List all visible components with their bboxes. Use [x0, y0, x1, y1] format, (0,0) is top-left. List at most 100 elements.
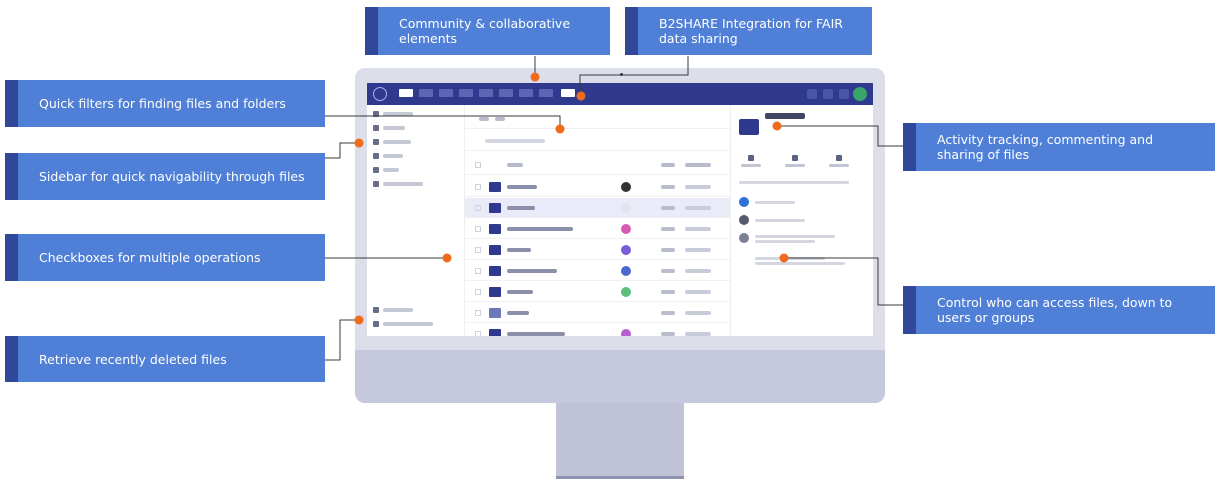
avatar-icon	[739, 233, 749, 243]
camera-icon	[620, 73, 623, 76]
home-icon[interactable]	[479, 117, 489, 121]
contacts-icon[interactable]	[839, 89, 849, 99]
row-checkbox[interactable]	[475, 226, 481, 232]
connector-dot-activity	[772, 121, 782, 131]
monitor-stand	[556, 403, 684, 478]
callout-community: Community & collaborative elements	[365, 7, 610, 55]
callout-sidebar-text: Sidebar for quick navigability through f…	[39, 169, 305, 184]
column-size[interactable]	[661, 163, 675, 167]
quick-filters	[465, 131, 730, 151]
nav-item-b2share[interactable]	[561, 89, 575, 97]
tag-icon	[373, 167, 379, 173]
row-checkbox[interactable]	[475, 184, 481, 190]
folder-icon	[489, 245, 501, 255]
callout-quick-filters-text: Quick filters for finding files and fold…	[39, 96, 286, 111]
nav-item[interactable]	[439, 89, 453, 97]
folder-icon	[489, 203, 501, 213]
file-list-header	[465, 155, 730, 175]
monitor-stand-foot	[556, 476, 684, 479]
callout-b2share: B2SHARE Integration for FAIR data sharin…	[625, 7, 872, 55]
folder-icon	[489, 329, 501, 336]
callout-access-control: Control who can access files, down to us…	[903, 286, 1215, 334]
folder-icon	[373, 111, 379, 117]
connector-dot-recently-deleted	[354, 315, 364, 325]
circles-icon	[373, 181, 379, 187]
folder-icon	[489, 287, 501, 297]
table-row[interactable]	[465, 303, 730, 323]
filter-chips[interactable]	[485, 139, 545, 143]
callout-recently-deleted-text: Retrieve recently deleted files	[39, 351, 227, 367]
callout-sidebar: Sidebar for quick navigability through f…	[5, 153, 325, 200]
clock-icon	[373, 125, 379, 131]
avatar-icon	[621, 245, 631, 255]
row-checkbox[interactable]	[475, 268, 481, 274]
table-row[interactable]	[465, 198, 730, 218]
connector-dot-community	[530, 72, 540, 82]
table-row[interactable]	[465, 240, 730, 260]
row-checkbox[interactable]	[475, 289, 481, 295]
table-row[interactable]	[465, 282, 730, 302]
connector-dot-b2share	[576, 91, 586, 101]
avatar-icon	[739, 215, 749, 225]
folder-icon	[739, 119, 759, 135]
table-row[interactable]	[465, 177, 730, 197]
avatar-icon	[621, 182, 631, 192]
folder-icon	[489, 224, 501, 234]
callout-checkboxes-text: Checkboxes for multiple operations	[39, 250, 261, 265]
column-name[interactable]	[507, 163, 523, 167]
monitor-screen	[367, 83, 873, 336]
nav-item[interactable]	[419, 89, 433, 97]
table-row[interactable]	[465, 324, 730, 336]
nav-item[interactable]	[519, 89, 533, 97]
callout-quick-filters: Quick filters for finding files and fold…	[5, 80, 325, 127]
avatar-icon	[621, 287, 631, 297]
nav-item[interactable]	[499, 89, 513, 97]
callout-access-control-text: Control who can access files, down to us…	[937, 295, 1173, 325]
connector-dot-sidebar	[354, 138, 364, 148]
select-all-checkbox[interactable]	[475, 162, 481, 168]
storage-icon	[373, 321, 379, 327]
file-list	[465, 105, 730, 336]
folder-icon	[489, 182, 501, 192]
trash-icon	[373, 307, 379, 313]
app-top-bar	[367, 83, 873, 105]
row-checkbox[interactable]	[475, 331, 481, 336]
connector-dot-checkboxes	[442, 253, 452, 263]
column-modified[interactable]	[685, 163, 711, 167]
connector-recently-deleted	[325, 319, 358, 361]
row-checkbox[interactable]	[475, 247, 481, 253]
tab-comments[interactable]	[783, 155, 807, 169]
add-icon[interactable]	[495, 117, 505, 121]
row-checkbox[interactable]	[475, 310, 481, 316]
file-list-toolbar	[465, 109, 730, 129]
nav-item[interactable]	[459, 89, 473, 97]
row-checkbox[interactable]	[475, 205, 481, 211]
notifications-icon[interactable]	[823, 89, 833, 99]
avatar-icon	[621, 266, 631, 276]
share-search[interactable]	[739, 181, 849, 184]
star-icon	[373, 139, 379, 145]
table-row[interactable]	[465, 261, 730, 281]
callout-activity: Activity tracking, commenting and sharin…	[903, 123, 1215, 171]
avatar-icon	[621, 329, 631, 336]
document-icon	[489, 308, 501, 318]
user-avatar[interactable]	[853, 87, 867, 101]
nav-item-files[interactable]	[399, 89, 413, 97]
avatar-icon	[621, 224, 631, 234]
callout-activity-text: Activity tracking, commenting and sharin…	[937, 132, 1154, 162]
table-row[interactable]	[465, 219, 730, 239]
tab-sharing[interactable]	[827, 155, 851, 169]
search-icon[interactable]	[807, 89, 817, 99]
callout-checkboxes: Checkboxes for multiple operations	[5, 234, 325, 281]
tab-activity[interactable]	[739, 155, 763, 169]
callout-recently-deleted: Retrieve recently deleted files	[5, 336, 325, 382]
circle-logo-icon	[373, 87, 387, 101]
callout-b2share-text: B2SHARE Integration for FAIR data sharin…	[659, 16, 843, 46]
details-panel	[730, 105, 873, 336]
callout-community-text: Community & collaborative elements	[399, 16, 571, 46]
files-sidebar	[367, 105, 465, 336]
nav-item[interactable]	[539, 89, 553, 97]
nav-item[interactable]	[479, 89, 493, 97]
details-title	[765, 113, 805, 119]
avatar-icon	[739, 197, 749, 207]
